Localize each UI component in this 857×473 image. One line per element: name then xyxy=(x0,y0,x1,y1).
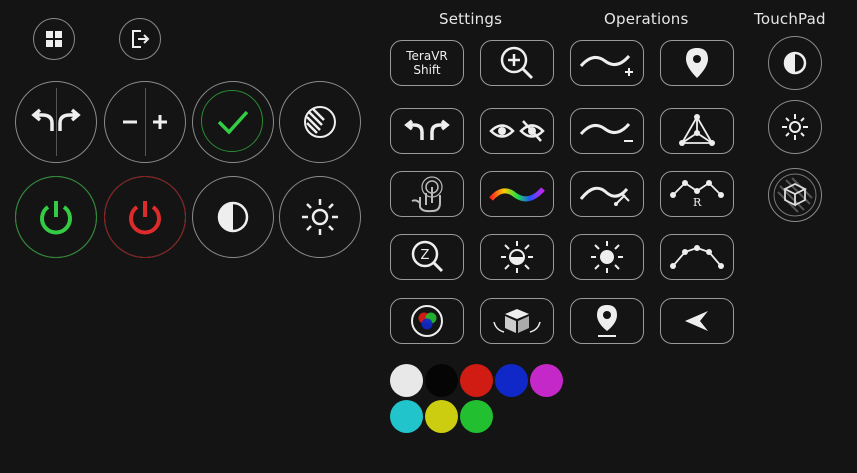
contrast-icon xyxy=(783,51,807,75)
power-on-ring xyxy=(15,176,97,258)
node-curve-button[interactable] xyxy=(660,234,734,280)
swatch-black[interactable] xyxy=(425,364,458,397)
rainbow-stroke-button[interactable] xyxy=(480,171,554,217)
rainbow-stroke-icon xyxy=(489,187,545,202)
sun-icon xyxy=(782,114,808,140)
r-label: R xyxy=(693,196,702,209)
operations-header: Operations xyxy=(604,10,689,28)
undo-redo-icon xyxy=(404,119,450,140)
location-pin-icon xyxy=(686,48,708,78)
swatch-yellow[interactable] xyxy=(425,400,458,433)
teravr-shift-button[interactable]: TeraVR Shift xyxy=(390,40,464,86)
hatched-cube-icon xyxy=(773,173,817,217)
swatch-green[interactable] xyxy=(460,400,493,433)
confirm-inner-ring xyxy=(201,90,263,152)
location-button[interactable] xyxy=(660,40,734,86)
node-tree-icon xyxy=(679,114,715,146)
swatch-magenta[interactable] xyxy=(530,364,563,397)
grid-icon xyxy=(46,31,62,47)
zoom-in-button[interactable] xyxy=(480,40,554,86)
stroke-cut-icon xyxy=(579,186,630,206)
zoom-in-icon xyxy=(500,46,534,80)
sun-icon xyxy=(591,241,623,273)
stroke-cut-button[interactable] xyxy=(570,171,644,217)
undo-redo-small-button[interactable] xyxy=(390,108,464,154)
pin-place-button[interactable] xyxy=(570,298,644,344)
touchpad-contrast-button[interactable] xyxy=(768,36,822,90)
undo-redo-button[interactable] xyxy=(15,81,97,163)
node-tree-button[interactable] xyxy=(660,108,734,154)
sun-icon xyxy=(302,199,338,235)
location-pin-icon xyxy=(597,305,617,337)
brightness-button-small[interactable] xyxy=(570,234,644,280)
contrast-icon xyxy=(217,201,249,233)
send-button[interactable] xyxy=(660,298,734,344)
touchpad-header: TouchPad xyxy=(754,10,826,28)
swatch-cyan[interactable] xyxy=(390,400,423,433)
stroke-add-icon xyxy=(579,54,633,76)
visibility-toggle-button[interactable] xyxy=(480,108,554,154)
color-rotate-icon xyxy=(411,305,443,337)
contrast-button[interactable] xyxy=(192,176,274,258)
hatched-sphere-button[interactable] xyxy=(279,81,361,163)
swatch-white[interactable] xyxy=(390,364,423,397)
shift-label: Shift xyxy=(413,63,441,77)
touchpad-brightness-button[interactable] xyxy=(768,100,822,154)
stroke-add-button[interactable] xyxy=(570,40,644,86)
power-off-button[interactable] xyxy=(104,176,186,258)
power-off-ring xyxy=(104,176,186,258)
hand-touch-icon xyxy=(411,176,443,213)
stroke-remove-button[interactable] xyxy=(570,108,644,154)
box-rotate-button[interactable] xyxy=(480,298,554,344)
brightness-button[interactable] xyxy=(279,176,361,258)
hatched-sphere-icon xyxy=(304,106,336,138)
zoom-z-button[interactable]: Z xyxy=(390,234,464,280)
svg-text:Z: Z xyxy=(421,248,430,263)
hand-touch-button[interactable] xyxy=(390,171,464,217)
node-curve-icon xyxy=(670,245,724,269)
brightness-half-button[interactable] xyxy=(480,234,554,280)
power-on-button[interactable] xyxy=(15,176,97,258)
confirm-button[interactable] xyxy=(192,81,274,163)
touchpad-cube-button[interactable] xyxy=(768,168,822,222)
exit-icon xyxy=(132,30,150,48)
stroke-remove-icon xyxy=(579,122,633,142)
zoom-z-icon: Z xyxy=(411,240,444,273)
eye-toggle-icon xyxy=(489,120,545,142)
grid-menu-button[interactable] xyxy=(33,18,75,60)
divider xyxy=(145,88,146,156)
exit-button[interactable] xyxy=(119,18,161,60)
settings-header: Settings xyxy=(439,10,503,28)
divider xyxy=(56,88,57,156)
swatch-red[interactable] xyxy=(460,364,493,397)
node-r-button[interactable]: R xyxy=(660,171,734,217)
sun-half-icon xyxy=(501,241,533,273)
zoom-minus-plus-button[interactable] xyxy=(104,81,186,163)
send-arrow-icon xyxy=(685,311,708,331)
box-rotate-icon xyxy=(493,309,541,333)
color-rotate-button[interactable] xyxy=(390,298,464,344)
teravr-label: TeraVR xyxy=(406,49,448,63)
swatch-blue[interactable] xyxy=(495,364,528,397)
